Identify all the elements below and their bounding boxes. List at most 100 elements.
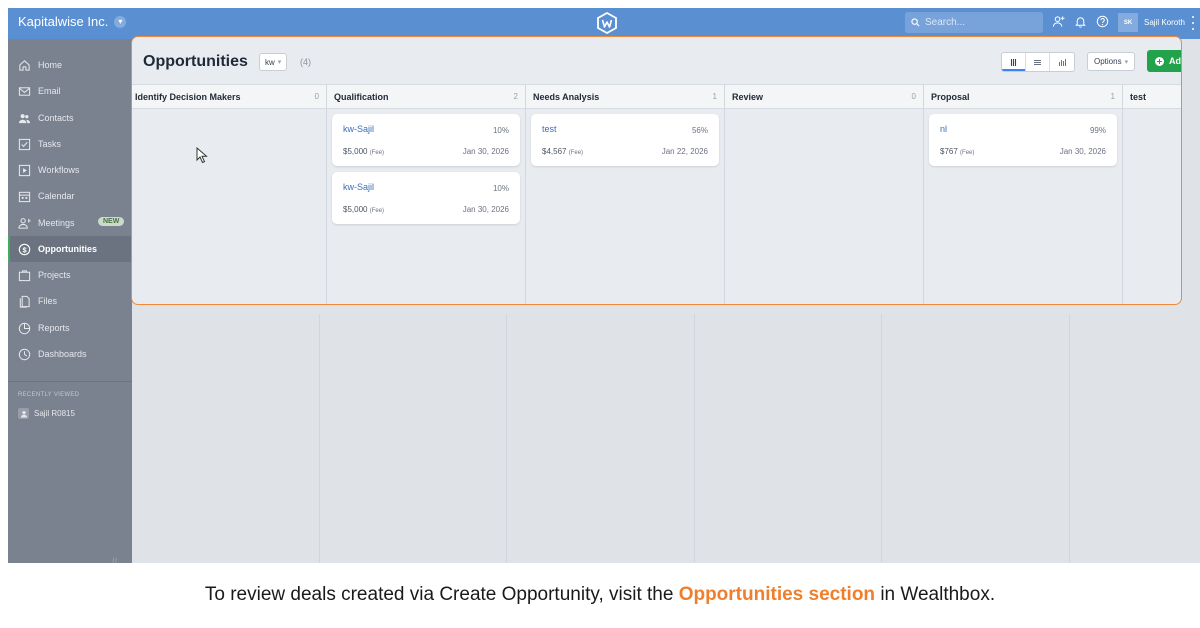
add-contact-icon[interactable] [1052,15,1065,28]
dollar-icon: $ [18,243,31,255]
stage-drop-area[interactable] [1123,109,1181,304]
board-view-button[interactable] [1002,53,1026,71]
amount: $5,000 (Fee) [343,147,384,156]
help-icon[interactable] [1096,15,1109,28]
close-date: Jan 22, 2026 [661,147,708,156]
files-icon [19,295,30,308]
stage-drop-area: kw-Sajil 10% $5,000 (Fee) Jan 30, 2026 k… [327,109,525,304]
chevron-down-icon: ▾ [114,15,127,28]
caption-text-end: in Wealthbox. [875,584,996,605]
stage-header[interactable]: Needs Analysis 1 [526,84,724,109]
stage-column-identify-decision-makers: Identify Decision Makers 0 [132,84,327,304]
column-divider [506,314,507,563]
sidebar-item-projects[interactable]: Projects [8,262,132,288]
stage-column-test: test [1123,84,1181,304]
search-box[interactable] [905,12,1043,33]
recent-item[interactable]: Sajil R0815 [18,408,75,419]
sidebar-item-tasks[interactable]: Tasks [8,131,132,157]
amount-type: (Fee) [369,150,385,156]
amount-type: (Fee) [960,150,975,156]
search-icon [911,18,920,27]
amount-value: $5,000 [343,205,368,214]
probability: 56% [691,126,708,135]
company-switcher[interactable]: Kapitalwise Inc. ▾ [18,14,127,29]
stage-count: 0 [911,92,916,101]
sidebar-item-reports[interactable]: Reports [8,315,132,341]
sidebar-item-calendar[interactable]: Calendar [8,183,132,209]
sidebar-item-dashboards[interactable]: Dashboards [8,341,132,367]
close-date: Jan 30, 2026 [1059,147,1106,156]
sidebar-item-opportunities[interactable]: $ Opportunities [8,236,132,262]
stage-drop-area[interactable] [725,109,923,304]
opportunity-card[interactable]: kw-Sajil 10% $5,000 (Fee) Jan 30, 2026 [332,172,520,224]
plus-circle-icon [1155,56,1164,66]
opportunity-name-link[interactable]: nl [940,124,947,134]
sidebar-item-meetings[interactable]: Meetings NEW [8,210,132,236]
stage-header[interactable]: Qualification 2 [327,84,525,109]
sidebar-item-label: Workflows [38,165,80,175]
stage-header[interactable]: test [1123,84,1181,109]
stage-drop-area: test 56% $4,567 (Fee) Jan 22, 2026 [526,109,724,304]
amount-type: (Fee) [369,208,385,214]
caption-text: To review deals created via Create Oppor… [204,584,679,605]
list-view-button[interactable] [1026,53,1050,71]
sidebar-item-label: Calendar [38,191,75,201]
sidebar-item-label: Home [38,60,63,70]
amount: $767 (Fee) [940,147,974,156]
opportunity-name-link[interactable]: kw-Sajil [343,124,374,134]
opportunity-name-link[interactable]: kw-Sajil [343,182,374,192]
collapse-sidebar-icon[interactable]: ⟨⟨ [112,557,117,563]
caption: To review deals created via Create Oppor… [0,584,1200,606]
sidebar-item-label: Meetings [38,218,75,228]
add-opportunity-button[interactable]: Ad [1147,50,1181,72]
probability: 10% [492,126,509,135]
chevron-down-icon: ▾ [1124,58,1129,66]
top-icon-group [1052,15,1109,28]
sidebar-item-email[interactable]: Email [8,78,132,104]
dashboards-icon [18,348,31,360]
chart-view-button[interactable] [1050,53,1074,71]
opportunity-card[interactable]: nl 99% $767 (Fee) Jan 30, 2026 [929,114,1117,166]
opportunities-header: Opportunities kw ▾ (4) Options ▾ Ad [132,37,1181,85]
chevron-down-icon: ▾ [277,59,282,66]
probability: 10% [492,184,509,193]
sidebar-item-home[interactable]: Home [8,52,132,78]
person-icon [18,408,29,419]
sidebar-item-workflows[interactable]: Workflows [8,157,132,183]
sidebar-item-files[interactable]: Files [8,288,132,314]
opportunity-name-link[interactable]: test [542,124,557,134]
amount: $4,567 (Fee) [542,147,583,156]
stage-header[interactable]: Review 0 [725,84,923,109]
bell-icon[interactable] [1074,15,1087,28]
stage-drop-area[interactable] [132,109,326,304]
owner-filter-select[interactable]: kw ▾ [259,53,288,71]
sidebar-item-label: Opportunities [38,244,97,254]
user-menu[interactable]: SK Sajil Koroth [1118,13,1185,32]
stage-column-review: Review 0 [725,84,924,304]
mail-icon [18,86,31,96]
search-input[interactable] [925,17,1035,28]
sidebar-item-label: Email [38,86,61,96]
amount-value: $767 [940,147,958,156]
new-badge: NEW [98,217,125,226]
stage-drop-area: nl 99% $767 (Fee) Jan 30, 2026 [924,109,1122,304]
reports-icon [18,322,31,334]
user-name: Sajil Koroth [1144,18,1185,27]
amount-type: (Fee) [568,150,584,156]
stage-name: test [1130,91,1147,102]
stage-column-needs-analysis: Needs Analysis 1 test 56% $4,567 (Fee) J… [526,84,725,304]
more-vertical-icon[interactable] [1191,16,1195,30]
stage-name: Needs Analysis [533,91,600,102]
stage-header[interactable]: Proposal 1 [924,84,1122,109]
opportunity-card[interactable]: kw-Sajil 10% $5,000 (Fee) Jan 30, 2026 [332,114,520,166]
projects-icon [18,269,31,281]
stage-header[interactable]: Identify Decision Makers 0 [132,84,326,109]
caption-highlight: Opportunities section [678,584,876,605]
opportunities-highlight-panel: Opportunities kw ▾ (4) Options ▾ Ad Iden… [131,36,1182,305]
wealthbox-logo-icon[interactable] [596,12,618,34]
recent-item-label: Sajil R0815 [34,409,75,418]
sidebar-item-contacts[interactable]: Contacts [8,105,132,131]
stage-name: Proposal [931,91,970,102]
opportunity-card[interactable]: test 56% $4,567 (Fee) Jan 22, 2026 [531,114,719,166]
options-button[interactable]: Options ▾ [1087,52,1136,71]
